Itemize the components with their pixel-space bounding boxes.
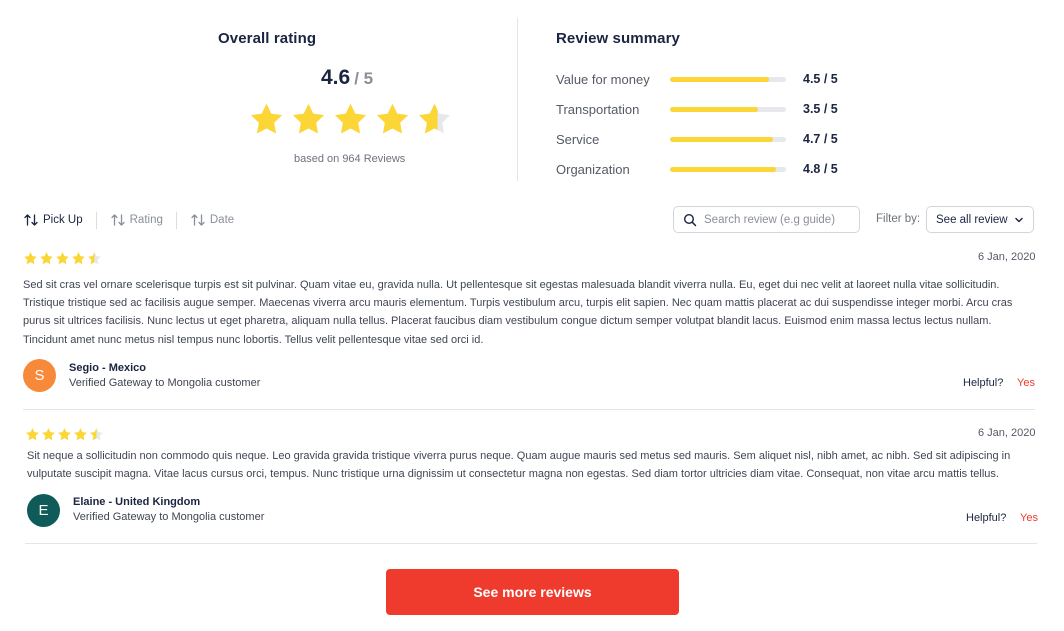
overall-score-out-of: / 5 bbox=[354, 69, 374, 88]
star-icon bbox=[334, 103, 367, 134]
review-item: 6 Jan, 2020 Sed sit cras vel ornare scel… bbox=[23, 251, 1036, 401]
review-divider bbox=[23, 409, 1035, 410]
reviewer-subtitle: Verified Gateway to Mongolia customer bbox=[73, 511, 265, 523]
reviewer-name: Segio - Mexico bbox=[69, 362, 147, 374]
reviewer-name: Elaine - United Kingdom bbox=[73, 496, 201, 508]
sort-date[interactable]: Date bbox=[190, 212, 234, 228]
filter-label: Filter by: bbox=[876, 213, 921, 225]
summary-row-bar bbox=[670, 76, 786, 82]
sort-rating-label: Rating bbox=[129, 214, 163, 226]
sort-arrows-icon bbox=[24, 214, 38, 226]
sort-pick-up-label: Pick Up bbox=[43, 214, 83, 226]
summary-row-bar-fill bbox=[670, 106, 759, 112]
helpful-yes-button[interactable]: Yes bbox=[1017, 377, 1035, 389]
review-text: Sit neque a sollicitudin non commodo qui… bbox=[27, 450, 1011, 481]
overall-score: 4.6/ 5 bbox=[321, 66, 373, 90]
summary-row-bar-fill bbox=[670, 166, 776, 172]
reviewer-subtitle: Verified Gateway to Mongolia customer bbox=[69, 377, 261, 389]
helpful-label: Helpful? bbox=[966, 512, 1007, 524]
summary-row-bar bbox=[670, 106, 786, 112]
summary-row-label: Value for money bbox=[556, 71, 650, 87]
summary-row-label: Service bbox=[556, 131, 600, 147]
sort-arrows-icon bbox=[191, 214, 205, 226]
star-icon bbox=[250, 103, 283, 134]
star-icon bbox=[56, 252, 69, 265]
helpful-yes-button[interactable]: Yes bbox=[1020, 512, 1038, 524]
summary-rows: Value for money 4.5 / 5 Transportation 3… bbox=[556, 64, 838, 184]
review-summary-title: Review summary bbox=[556, 30, 680, 47]
star-icon bbox=[90, 428, 103, 441]
summary-row-value: 4.8 / 5 bbox=[803, 162, 838, 176]
review-summary-section: Review summary bbox=[556, 30, 856, 47]
star-icon bbox=[88, 252, 101, 265]
summary-row-value: 4.7 / 5 bbox=[803, 132, 838, 146]
star-icon bbox=[74, 428, 87, 441]
review-date: 6 Jan, 2020 bbox=[978, 251, 1036, 263]
overall-score-value: 4.6 bbox=[321, 66, 351, 89]
star-icon bbox=[40, 252, 53, 265]
sort-date-label: Date bbox=[209, 214, 235, 226]
review-date: 6 Jan, 2020 bbox=[978, 427, 1036, 439]
summary-row-value-for-money: Value for money 4.5 / 5 bbox=[556, 64, 838, 94]
overall-rating-section: Overall rating bbox=[218, 30, 480, 47]
star-icon bbox=[58, 428, 71, 441]
search-review-box[interactable] bbox=[673, 206, 860, 233]
reviews-count: based on 964 Reviews bbox=[294, 153, 406, 165]
sort-arrows-icon bbox=[110, 214, 125, 226]
helpful-label: Helpful? bbox=[963, 377, 1004, 389]
summary-row-label: Transportation bbox=[556, 101, 640, 117]
review-item: 6 Jan, 2020 Sit neque a sollicitudin non… bbox=[25, 427, 1039, 537]
summary-row-bar-fill bbox=[670, 136, 774, 142]
overall-stars bbox=[248, 101, 453, 138]
filter-dropdown[interactable]: See all review bbox=[926, 206, 1034, 233]
sort-separator bbox=[175, 211, 177, 229]
star-icon bbox=[42, 428, 55, 441]
summary-row-bar bbox=[670, 136, 786, 142]
filter-selected-value: See all review bbox=[936, 213, 1008, 226]
avatar: S bbox=[23, 359, 56, 392]
review-text: Sed sit cras vel ornare scelerisque turp… bbox=[23, 279, 1013, 346]
star-icon bbox=[26, 428, 39, 441]
star-icon bbox=[24, 252, 37, 265]
sort-rating[interactable]: Rating bbox=[110, 212, 163, 228]
summary-row-value: 4.5 / 5 bbox=[803, 72, 838, 86]
summary-row-label: Organization bbox=[556, 161, 630, 177]
summary-row-transportation: Transportation 3.5 / 5 bbox=[556, 94, 838, 124]
summary-row-organization: Organization 4.8 / 5 bbox=[556, 154, 838, 184]
review-divider bbox=[25, 543, 1037, 544]
overall-rating-title: Overall rating bbox=[218, 30, 317, 47]
chevron-down-icon bbox=[1015, 217, 1023, 222]
sort-separator bbox=[95, 211, 97, 229]
summary-row-value: 3.5 / 5 bbox=[803, 102, 838, 116]
search-icon bbox=[683, 213, 697, 226]
star-icon bbox=[376, 103, 409, 134]
search-review-input[interactable] bbox=[704, 213, 854, 226]
review-stars bbox=[23, 251, 1035, 266]
section-divider bbox=[517, 18, 518, 181]
summary-row-service: Service 4.7 / 5 bbox=[556, 124, 838, 154]
summary-row-bar bbox=[670, 166, 786, 172]
review-stars bbox=[25, 427, 1039, 442]
sort-bar: Pick Up Rating Date bbox=[23, 209, 234, 231]
star-icon bbox=[418, 103, 451, 134]
avatar: E bbox=[27, 494, 60, 527]
summary-row-bar-fill bbox=[670, 76, 769, 82]
sort-pick-up[interactable]: Pick Up bbox=[23, 212, 83, 228]
star-icon bbox=[292, 103, 325, 134]
star-icon bbox=[72, 252, 85, 265]
see-more-reviews-button[interactable]: See more reviews bbox=[386, 569, 679, 615]
